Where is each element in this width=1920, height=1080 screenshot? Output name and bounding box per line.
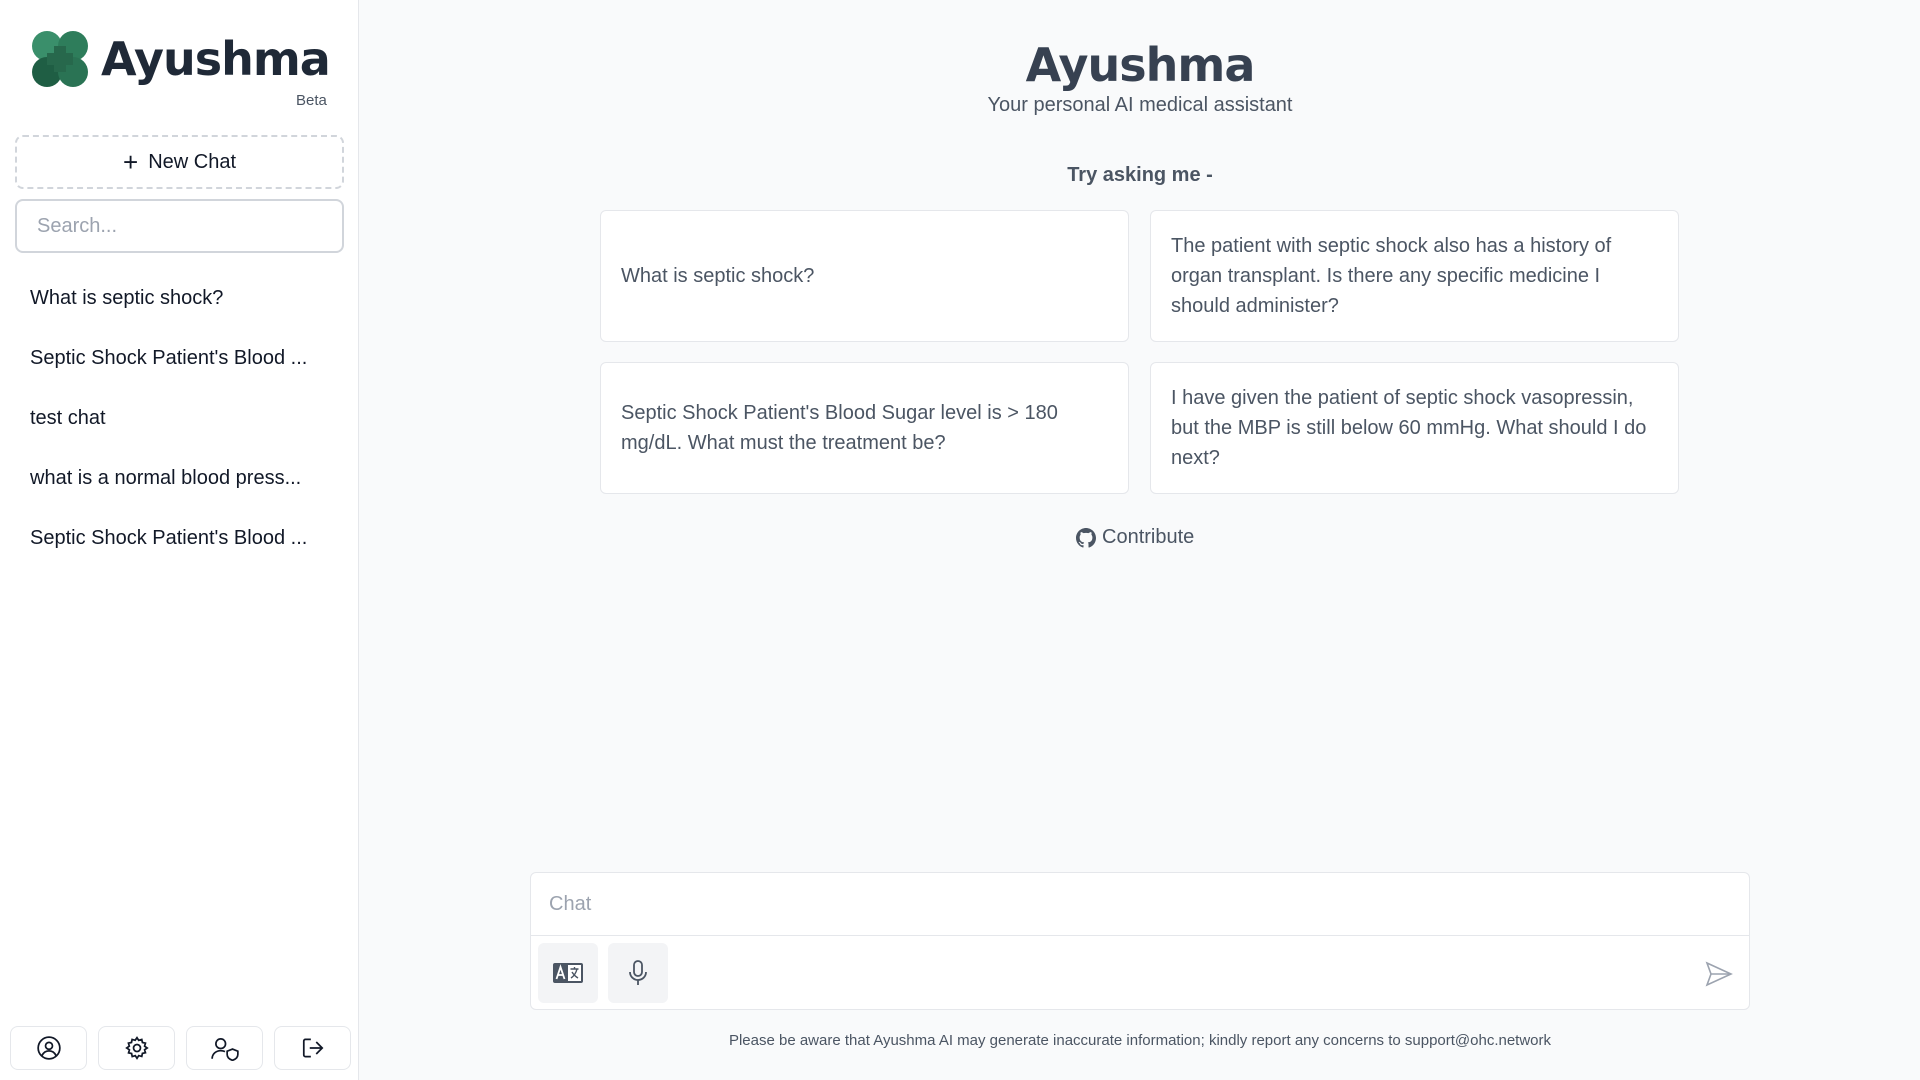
microphone-button[interactable] xyxy=(608,943,668,1003)
disclaimer-text: Please be aware that Ayushma AI may gene… xyxy=(728,1032,1552,1049)
chat-composer xyxy=(530,872,1750,1010)
try-asking-label: Try asking me - xyxy=(1067,164,1213,186)
user-circle-icon xyxy=(36,1036,61,1060)
send-button[interactable] xyxy=(1703,958,1735,990)
translate-icon xyxy=(553,963,583,983)
chat-history-item[interactable]: Septic Shock Patient's Blood ... xyxy=(15,508,344,568)
microphone-icon xyxy=(629,960,647,985)
suggested-prompt[interactable]: What is septic shock? xyxy=(600,210,1129,342)
chat-history-item[interactable]: What is septic shock? xyxy=(15,268,344,328)
search-input[interactable] xyxy=(15,199,344,253)
admin-button[interactable] xyxy=(186,1026,263,1070)
logout-button[interactable] xyxy=(274,1026,351,1070)
github-icon xyxy=(1076,527,1096,548)
logout-icon xyxy=(302,1038,323,1058)
chat-history-item[interactable]: what is a normal blood press... xyxy=(15,448,344,508)
suggested-prompt[interactable]: I have given the patient of septic shock… xyxy=(1150,362,1679,494)
sidebar-bottom-bar xyxy=(10,1026,351,1070)
contribute-label: Contribute xyxy=(1102,526,1195,548)
logo-text: Ayushma xyxy=(101,32,331,86)
gear-icon xyxy=(124,1036,149,1060)
chat-input[interactable] xyxy=(531,873,1749,936)
page-title: Ayushma xyxy=(1025,38,1256,92)
profile-button[interactable] xyxy=(10,1026,87,1070)
new-chat-label: New Chat xyxy=(148,150,236,173)
suggested-prompt[interactable]: The patient with septic shock also has a… xyxy=(1150,210,1679,342)
chat-history-item[interactable]: Septic Shock Patient's Blood ... xyxy=(15,328,344,388)
suggested-prompt[interactable]: Septic Shock Patient's Blood Sugar level… xyxy=(600,362,1129,494)
page-subtitle: Your personal AI medical assistant xyxy=(987,94,1293,116)
language-button[interactable] xyxy=(538,943,598,1003)
new-chat-button[interactable]: + New Chat xyxy=(15,135,344,189)
logo: Ayushma xyxy=(29,28,331,90)
user-shield-icon xyxy=(210,1038,239,1061)
main-panel: Ayushma Your personal AI medical assista… xyxy=(360,0,1920,1080)
plus-icon: + xyxy=(123,147,139,177)
settings-button[interactable] xyxy=(98,1026,175,1070)
beta-label: Beta xyxy=(296,92,327,109)
chat-history-list: What is septic shock? Septic Shock Patie… xyxy=(15,268,344,568)
chat-history-item[interactable]: test chat xyxy=(15,388,344,448)
send-icon xyxy=(1705,961,1733,987)
ayushma-logo-icon xyxy=(32,31,88,87)
sidebar: Ayushma Beta + New Chat What is septic s… xyxy=(0,0,359,1080)
contribute-link[interactable]: Contribute xyxy=(1076,526,1194,549)
